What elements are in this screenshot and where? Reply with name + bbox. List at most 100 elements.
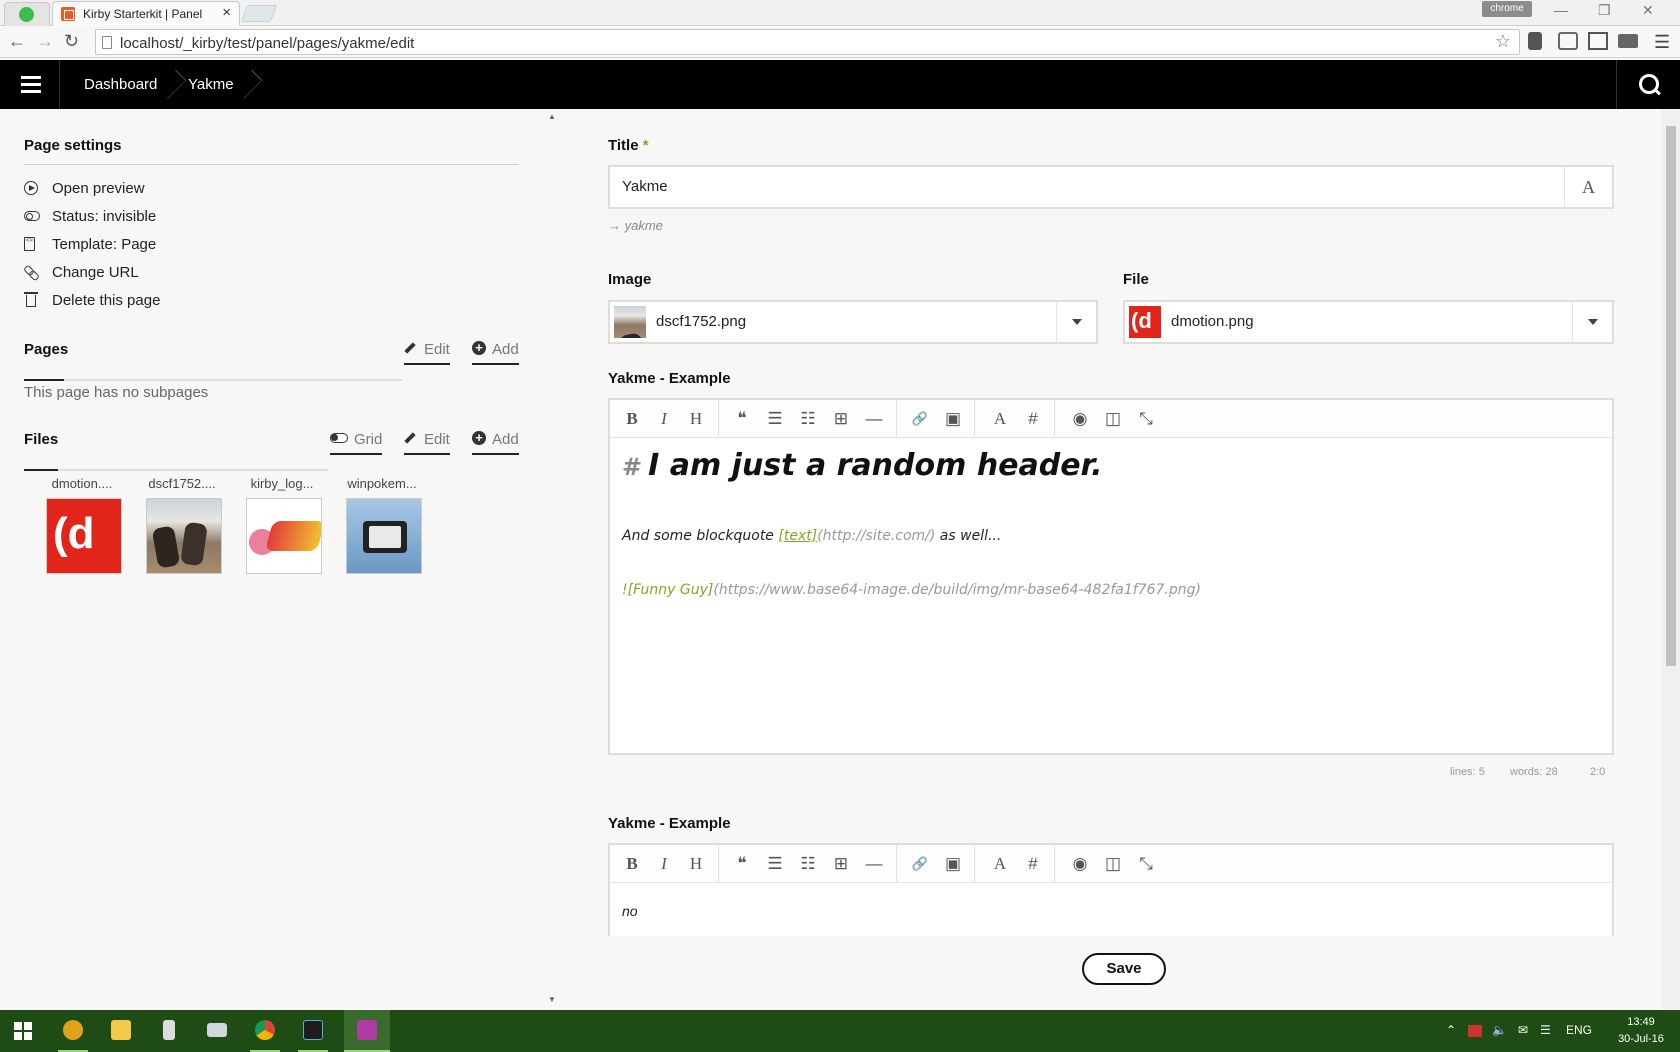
breadcrumb-separator xyxy=(240,60,260,109)
menu-hamburger-icon[interactable] xyxy=(0,60,60,109)
fullscreen-button[interactable]: ⤡ xyxy=(1134,408,1158,430)
bullet-list-button[interactable]: ☰ xyxy=(763,408,787,430)
search-icon[interactable] xyxy=(1616,60,1680,109)
horizontal-rule-button[interactable]: — xyxy=(862,408,886,430)
title-input[interactable]: Yakme A xyxy=(608,165,1614,209)
files-grid: dmotion.... (d dscf1752.... kirby_log...… xyxy=(42,476,442,586)
scroll-down-icon[interactable]: ▼ xyxy=(548,995,556,1004)
phpstorm-icon xyxy=(303,1020,323,1040)
link-button[interactable]: 🔗 xyxy=(908,408,932,430)
markdown-editor-2[interactable]: B I H ❝ ☰ ☷ ⊞ — 🔗 ▣ A # ◉ ◫ ⤡ no xyxy=(608,843,1614,936)
fullscreen-button[interactable]: ⤡ xyxy=(1134,853,1158,875)
heading-button[interactable]: H xyxy=(684,853,708,875)
browser-menu-icon[interactable]: ☰ xyxy=(1654,32,1670,53)
extension-lock-icon[interactable] xyxy=(1528,32,1542,50)
address-bar[interactable]: localhost/_kirby/test/panel/pages/yakme/… xyxy=(95,29,1520,55)
toolbar-separator xyxy=(1054,845,1055,883)
divider xyxy=(24,164,519,165)
breadcrumb-separator xyxy=(164,60,184,109)
bullet-list-button[interactable]: ☰ xyxy=(763,853,787,875)
image-button[interactable]: ▣ xyxy=(941,853,965,875)
taskbar-app-phpstorm[interactable] xyxy=(290,1010,336,1052)
minimize-icon[interactable]: — xyxy=(1554,2,1568,18)
tray-language[interactable]: ENG xyxy=(1566,1023,1592,1037)
editor-words-count: words: 28 xyxy=(1510,766,1558,778)
numbered-list-button[interactable]: ☷ xyxy=(796,853,820,875)
heading-button[interactable]: H xyxy=(684,408,708,430)
close-window-icon[interactable]: ✕ xyxy=(1642,2,1654,19)
bookmark-star-icon[interactable]: ☆ xyxy=(1495,31,1511,52)
tab-close-icon[interactable]: × xyxy=(222,5,231,21)
save-button[interactable]: Save xyxy=(1082,953,1166,985)
pages-edit-button[interactable]: Edit xyxy=(404,341,450,365)
tray-volume-icon[interactable]: 🔈 xyxy=(1492,1023,1507,1037)
hash-button[interactable]: # xyxy=(1021,853,1045,875)
windows-start-icon[interactable] xyxy=(14,1022,32,1040)
breadcrumb-dashboard[interactable]: Dashboard xyxy=(84,60,157,109)
tray-notification-icon[interactable]: ☰ xyxy=(1540,1023,1551,1037)
pinned-tab-whatsapp[interactable] xyxy=(4,2,50,26)
pages-add-button[interactable]: + Add xyxy=(472,341,519,365)
taskbar-app-explorer[interactable] xyxy=(98,1010,144,1052)
preview-button[interactable]: ◉ xyxy=(1068,853,1092,875)
taskbar-app-chrome[interactable] xyxy=(242,1010,288,1052)
extension-print-icon[interactable] xyxy=(1618,34,1638,48)
hash-button[interactable]: # xyxy=(1021,408,1045,430)
bold-button[interactable]: B xyxy=(620,853,644,875)
taskbar-clock[interactable]: 13:49 30-Jul-16 xyxy=(1606,1014,1676,1048)
scroll-up-icon[interactable]: ▲ xyxy=(548,112,556,121)
taskbar-app-vlc[interactable] xyxy=(50,1010,96,1052)
bold-button[interactable]: B xyxy=(620,408,644,430)
active-tab[interactable]: Kirby Starterkit | Panel × xyxy=(52,1,240,27)
italic-button[interactable]: I xyxy=(652,408,676,430)
preview-icon xyxy=(24,181,38,195)
tray-chevron-icon[interactable]: ⌃ xyxy=(1446,1023,1456,1037)
files-grid-toggle[interactable]: Grid xyxy=(330,431,383,455)
markdown-editor-1[interactable]: B I H ❝ ☰ ☷ ⊞ — 🔗 ▣ A # ◉ ◫ ⤡ # I am jus… xyxy=(608,398,1614,755)
scrollbar-thumb[interactable] xyxy=(1666,126,1676,666)
toolbar-separator xyxy=(974,845,975,883)
back-icon[interactable]: ← xyxy=(8,31,26,51)
quote-button[interactable]: ❝ xyxy=(730,853,754,875)
file-select[interactable]: (d dmotion.png xyxy=(1123,300,1614,344)
table-button[interactable]: ⊞ xyxy=(829,853,853,875)
divider xyxy=(58,469,328,471)
quote-button[interactable]: ❝ xyxy=(730,408,754,430)
editor2-body[interactable]: no xyxy=(622,903,638,919)
table-button[interactable]: ⊞ xyxy=(829,408,853,430)
font-button[interactable]: A xyxy=(988,853,1012,875)
taskbar-app-mail[interactable] xyxy=(194,1010,240,1052)
active-underline xyxy=(24,379,64,381)
pages-title: Pages xyxy=(24,341,69,358)
tray-network-icon[interactable]: ✉ xyxy=(1518,1023,1528,1037)
side-by-side-button[interactable]: ◫ xyxy=(1101,408,1125,430)
files-section-header: Files Grid Edit + Add xyxy=(0,431,550,471)
link-button[interactable]: 🔗 xyxy=(908,853,932,875)
forward-icon[interactable]: → xyxy=(36,31,54,51)
font-button[interactable]: A xyxy=(988,408,1012,430)
taskbar-app-active[interactable] xyxy=(344,1010,390,1052)
profile-badge[interactable]: chrome xyxy=(1482,1,1532,17)
files-add-button[interactable]: + Add xyxy=(472,431,519,455)
restore-icon[interactable]: ❐ xyxy=(1598,2,1611,19)
file-name: winpokem... xyxy=(347,476,417,491)
taskbar-app-hourglass[interactable] xyxy=(146,1010,192,1052)
numbered-list-button[interactable]: ☷ xyxy=(796,408,820,430)
toolbar-separator xyxy=(1054,400,1055,438)
extension-cookie-icon[interactable] xyxy=(1558,32,1578,50)
image-select[interactable]: dscf1752.png xyxy=(608,300,1098,344)
editor1-label: Yakme - Example xyxy=(608,370,731,387)
breadcrumb-yakme[interactable]: Yakme xyxy=(188,60,234,109)
preview-button[interactable]: ◉ xyxy=(1068,408,1092,430)
horizontal-rule-button[interactable]: — xyxy=(862,853,886,875)
side-by-side-button[interactable]: ◫ xyxy=(1101,853,1125,875)
file-thumbnail: (d xyxy=(1129,306,1161,338)
extension-screenshot-icon[interactable] xyxy=(1588,32,1608,50)
reload-icon[interactable]: ↻ xyxy=(64,31,79,51)
italic-button[interactable]: I xyxy=(652,853,676,875)
files-edit-button[interactable]: Edit xyxy=(404,431,450,455)
file-image-kirby-logo xyxy=(246,498,322,574)
tray-battery-icon[interactable] xyxy=(1468,1025,1482,1037)
new-tab-button[interactable] xyxy=(240,5,278,22)
image-button[interactable]: ▣ xyxy=(941,408,965,430)
